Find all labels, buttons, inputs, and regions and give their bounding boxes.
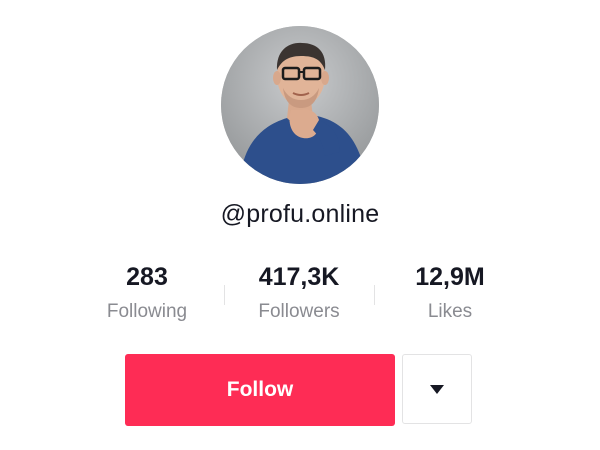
username: @profu.online	[220, 200, 380, 228]
stat-likes-label: Likes	[427, 301, 473, 322]
stat-following-label: Following	[106, 301, 188, 322]
follow-button[interactable]: Follow	[125, 354, 395, 426]
stat-followers[interactable]: 417,3K Followers	[224, 262, 374, 324]
stat-followers-label: Followers	[258, 301, 340, 322]
profile-photo	[221, 26, 379, 184]
stat-followers-value: 417,3K	[258, 263, 340, 291]
caret-down-icon	[403, 384, 471, 394]
avatar[interactable]	[221, 26, 379, 184]
stat-likes[interactable]: 12,9M Likes	[375, 262, 525, 324]
more-options-button[interactable]	[402, 354, 472, 424]
stat-following[interactable]: 283 Following	[72, 262, 222, 324]
stat-following-value: 283	[126, 263, 168, 291]
profile-header: @profu.online 283 Following 417,3K Follo…	[0, 0, 600, 450]
stat-likes-value: 12,9M	[415, 263, 485, 291]
